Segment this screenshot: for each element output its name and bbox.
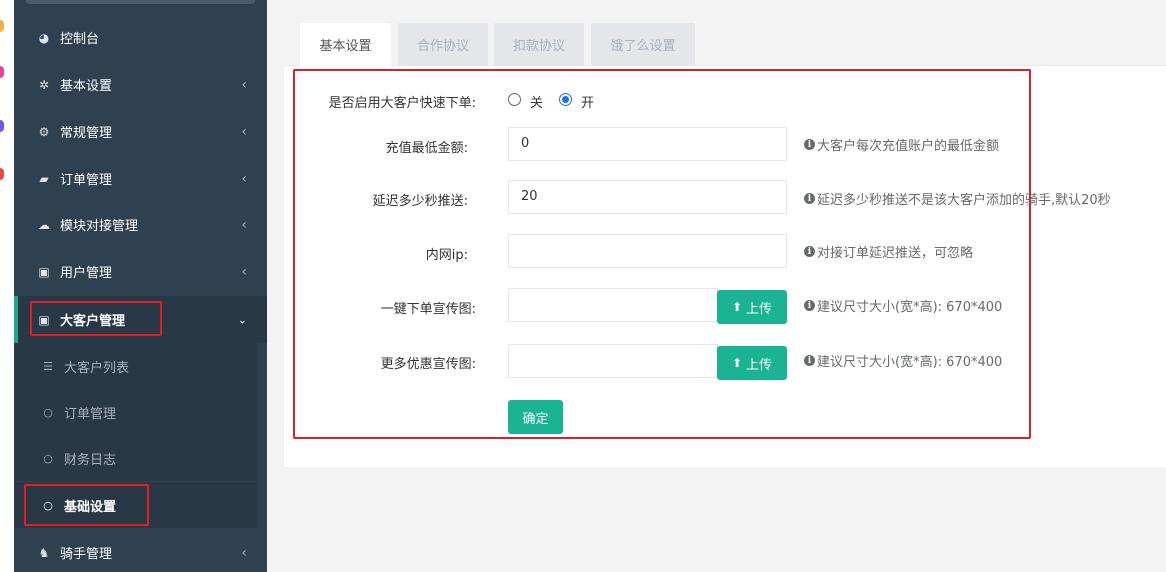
info-icon: i (804, 246, 815, 257)
sidebar-item-basic-settings[interactable]: ✲ 基本设置 ‹ (14, 61, 267, 108)
sidebar-item-dashboard[interactable]: ◕ 控制台 (14, 14, 267, 61)
circle-icon: ○ (43, 451, 53, 465)
delay-push-help: i 延迟多少秒推送不是该大客户添加的骑手,默认20秒 (804, 189, 1111, 208)
quick-order-on-radio[interactable] (559, 93, 572, 106)
promo-banner-help: i 建议尺寸大小(宽*高): 670*400 (804, 351, 1002, 370)
chevron-left-icon: ‹ (241, 170, 247, 187)
chevron-left-icon: ‹ (241, 123, 247, 140)
tab-deduction-agreement[interactable]: 扣款协议 (494, 23, 584, 66)
min-recharge-input[interactable]: 0 (508, 127, 787, 161)
quick-order-off-radio[interactable] (508, 93, 521, 106)
contact-card-icon: ▣ (38, 312, 50, 327)
promo-banner-input[interactable] (508, 344, 718, 378)
gear-icon: ✲ (38, 77, 50, 92)
one-click-banner-label: 一键下单宣传图: (380, 302, 476, 317)
rider-icon: ♞ (38, 545, 50, 560)
sidebar-item-label: 订单管理 (60, 173, 113, 188)
sidebar-item-order-management[interactable]: ▰ 订单管理 ‹ (14, 155, 267, 202)
sub-item-basic-settings[interactable]: ○ 基础设置 (14, 482, 257, 528)
delay-push-input[interactable]: 20 (508, 180, 787, 214)
chevron-left-icon: ‹ (241, 544, 247, 561)
help-text: 延迟多少秒推送不是该大客户添加的骑手,默认20秒 (817, 193, 1111, 208)
min-recharge-help: i 大客户每次充值账户的最低金额 (804, 135, 999, 154)
sub-item-label: 订单管理 (64, 406, 117, 422)
promo-banner-label: 更多优惠宣传图: (380, 357, 476, 372)
sidebar-item-rider-management[interactable]: ♞ 骑手管理 ‹ (14, 529, 267, 572)
sub-item-label: 基础设置 (64, 499, 117, 515)
help-text: 建议尺寸大小(宽*高): 670*400 (817, 300, 1003, 315)
list-icon: ☰ (43, 359, 53, 373)
upload-label: 上传 (746, 301, 773, 317)
chevron-down-icon: ⌄ (237, 313, 247, 326)
one-click-banner-help: i 建议尺寸大小(宽*高): 670*400 (804, 296, 1002, 315)
sidebar: ◕ 控制台 ✲ 基本设置 ‹ ⚙ 常规管理 ‹ ▰ 订单管理 ‹ ☁ 模块对接管… (14, 0, 267, 572)
tab-cooperation-agreement[interactable]: 合作协议 (398, 23, 488, 66)
info-icon: i (804, 300, 815, 311)
sidebar-item-module-integration[interactable]: ☁ 模块对接管理 ‹ (14, 201, 267, 248)
sidebar-scrollbar[interactable] (257, 343, 267, 529)
sub-item-finance-log[interactable]: ○ 财务日志 (14, 435, 257, 481)
chevron-left-icon: ‹ (241, 76, 247, 93)
upload-label: 上传 (746, 357, 773, 373)
help-text: 大客户每次充值账户的最低金额 (817, 139, 1000, 154)
info-icon: i (804, 193, 815, 204)
sidebar-item-label: 控制台 (60, 32, 100, 47)
sub-item-label: 大客户列表 (64, 360, 130, 376)
sub-item-key-account-list[interactable]: ☰ 大客户列表 (14, 343, 257, 389)
quick-order-label: 是否启用大客户快速下单: (328, 96, 476, 111)
delay-push-label: 延迟多少秒推送: (372, 194, 468, 209)
address-book-icon: ▣ (38, 264, 50, 279)
tab-eleme-settings[interactable]: 饿了么设置 (591, 23, 695, 66)
sidebar-item-user-management[interactable]: ▣ 用户管理 ‹ (14, 248, 267, 295)
app-edge-strip (0, 0, 14, 572)
upload-icon: ⬆ (731, 300, 743, 314)
gears-icon: ⚙ (38, 124, 50, 139)
confirm-button[interactable]: 确定 (508, 400, 563, 434)
sub-item-order-management[interactable]: ○ 订单管理 (14, 389, 257, 435)
sidebar-search-bar[interactable] (26, 0, 255, 4)
sub-item-label: 财务日志 (64, 452, 117, 468)
quick-order-on-label: 开 (581, 96, 595, 111)
chevron-left-icon: ‹ (241, 216, 247, 233)
help-text: 对接订单延迟推送，可忽略 (817, 246, 974, 261)
intranet-ip-input[interactable] (508, 234, 787, 268)
promo-banner-upload-button[interactable]: ⬆ 上传 (717, 346, 787, 380)
circle-icon: ○ (43, 498, 53, 512)
intranet-ip-help: i 对接订单延迟推送，可忽略 (804, 242, 973, 261)
upload-icon: ⬆ (731, 356, 743, 370)
one-click-banner-upload-button[interactable]: ⬆ 上传 (717, 290, 787, 324)
sidebar-item-key-account-management[interactable]: ▣ 大客户管理 ⌄ (14, 296, 267, 343)
circle-icon: ○ (43, 405, 53, 419)
info-icon: i (804, 355, 815, 366)
one-click-banner-input[interactable] (508, 288, 718, 322)
info-icon: i (804, 139, 815, 150)
cloud-icon: ☁ (38, 217, 50, 232)
min-recharge-label: 充值最低金额: (385, 141, 468, 156)
quick-order-off-label: 关 (530, 96, 544, 111)
book-icon: ▰ (39, 171, 49, 186)
intranet-ip-label: 内网ip: (425, 248, 468, 263)
sidebar-item-label: 模块对接管理 (60, 219, 139, 234)
sidebar-item-label: 基本设置 (60, 79, 113, 94)
help-text: 建议尺寸大小(宽*高): 670*400 (817, 355, 1003, 370)
sidebar-item-label: 大客户管理 (60, 314, 126, 329)
chevron-left-icon: ‹ (241, 263, 247, 280)
tab-basic-settings[interactable]: 基本设置 (300, 23, 391, 66)
sidebar-item-label: 用户管理 (60, 266, 113, 281)
dashboard-icon: ◕ (38, 30, 50, 45)
sidebar-item-label: 骑手管理 (60, 547, 113, 562)
sidebar-item-general-management[interactable]: ⚙ 常规管理 ‹ (14, 108, 267, 155)
sidebar-item-label: 常规管理 (60, 126, 113, 141)
